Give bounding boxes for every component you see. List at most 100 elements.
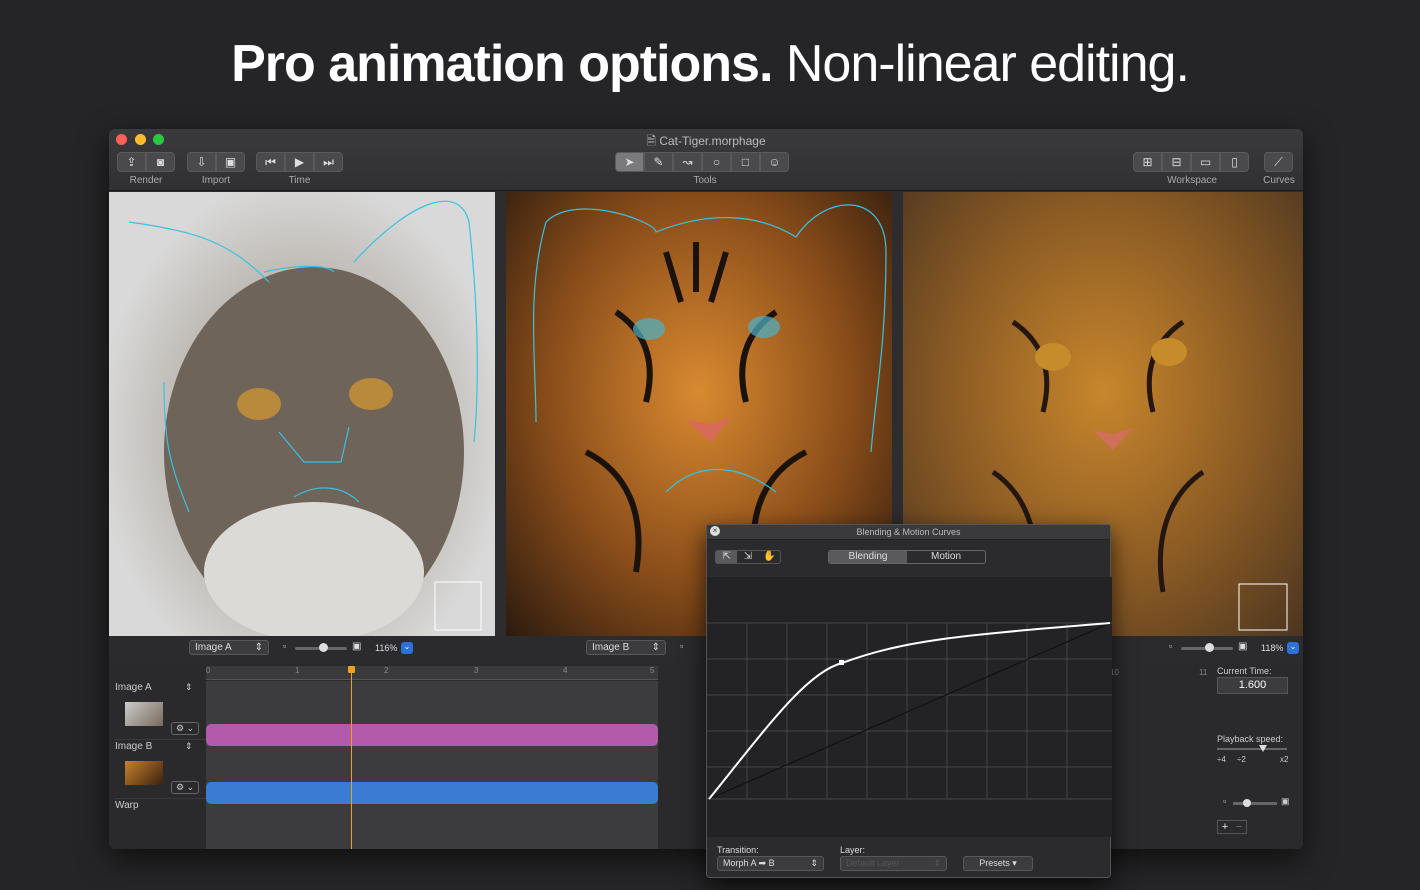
layer-arrows-icon: ⇕ [933,858,941,868]
zoom-slider-c-knob[interactable] [1205,643,1214,652]
thumbnail-size-slider[interactable] [1233,799,1277,807]
tab-motion[interactable]: Motion [907,551,985,563]
share-export-icon[interactable]: ⇪ [117,152,146,172]
track-image-a[interactable]: Image A ⇕ ⚙ ⌄ [115,682,206,740]
arrow-select-icon[interactable]: ➤ [615,152,644,172]
tiger-contour-curves [532,204,887,493]
remove-button[interactable]: − [1232,821,1246,833]
track-warp[interactable]: Warp [115,800,206,840]
image-a-select-text: Image A [195,642,232,653]
bezier-icon[interactable]: ↝ [673,152,702,172]
import-images-icon[interactable]: ▣ [216,152,245,172]
ruler-tick-1: 1 [295,666,300,675]
window-title-text: Cat-Tiger.morphage [659,134,766,148]
pen-curve-icon[interactable]: ✎ [644,152,673,172]
tiger-left-eye [633,318,665,340]
track-settings-gear-icon[interactable]: ⚙ ⌄ [171,722,200,735]
tiger-right-eye [748,316,780,338]
large-image-icon-c: ▣ [1238,641,1248,652]
cat-right-eye [349,378,393,410]
close-icon[interactable]: × [710,526,720,536]
render-group: ⇪ ◙ [117,152,175,172]
curves-tabs: Blending Motion [828,550,986,564]
track-settings-gear-icon-b[interactable]: ⚙ ⌄ [171,781,200,794]
hand-pan-icon[interactable]: ✋ [759,551,780,563]
curves-titlebar: Blending & Motion Curves [707,525,1110,540]
image-b-select[interactable]: Image B ⇕ [586,640,666,655]
track-reorder-icon[interactable]: ⇕ [185,682,193,693]
presets-label: Presets [979,858,1010,868]
camera-icon[interactable]: ◙ [146,152,175,172]
right-panel: Current Time: 1.600 Playback speed: ÷4 ÷… [1207,662,1303,849]
workspace-split-icon[interactable]: ⊟ [1162,152,1191,172]
add-remove-group: + − [1217,820,1247,834]
result-navigator-box[interactable] [1238,583,1288,631]
curve-add-point-icon[interactable]: ⇲ [737,551,758,563]
image-a-pane[interactable] [109,192,495,636]
layer-select[interactable]: Default Layer ⇕ [840,856,947,871]
play-icon[interactable]: ▶ [285,152,314,172]
image-b-thumbnail [125,761,163,785]
workspace-bottom-icon[interactable]: ▭ [1191,152,1220,172]
small-image-icon-b: ▫ [680,641,684,651]
zoom-slider-a[interactable] [295,643,347,652]
curve-control-point[interactable] [839,660,844,665]
curve-graph[interactable] [707,577,1112,837]
skip-back-icon[interactable]: ⏮ [256,152,285,172]
small-image-icon: ▫ [283,641,287,651]
tools-group: ➤ ✎ ↝ ○ □ ☺ [615,152,789,172]
render-label: Render [129,175,163,186]
add-button[interactable]: + [1218,821,1232,833]
import-group: ⇩ ▣ [187,152,245,172]
current-time-field[interactable]: 1.600 [1217,677,1288,694]
transition-arrows-icon: ⇕ [810,858,818,868]
workspace-sidebar-icon[interactable]: ▯ [1220,152,1249,172]
zoom-a-value[interactable]: 116% [375,643,397,653]
cat-left-eye [237,388,281,420]
square-icon[interactable]: □ [731,152,760,172]
image-a-svg [128,200,482,636]
thumbnail-size-knob[interactable] [1243,799,1251,807]
small-thumb-icon: ▫ [1223,796,1227,806]
dropdown-arrow-icon: ▾ [1012,858,1017,868]
workspace-group: ⊞ ⊟ ▭ ▯ [1133,152,1249,172]
presets-button[interactable]: Presets ▾ [963,856,1033,871]
select-arrows-icon-b: ⇕ [651,642,660,653]
import-icon[interactable]: ⇩ [187,152,216,172]
tab-blending[interactable]: Blending [829,551,907,563]
workspace-single-icon[interactable]: ⊞ [1133,152,1162,172]
zoom-slider-c[interactable] [1181,643,1233,652]
tiger-nose [686,417,731,442]
ruler-tick-3: 3 [474,666,479,675]
time-label: Time [288,175,311,186]
face-icon[interactable]: ☺ [760,152,789,172]
navigator-box[interactable] [434,581,482,631]
image-a-select[interactable]: Image A ⇕ [189,640,269,655]
transition-value: Morph A ➡ B [723,858,775,868]
select-arrows-icon: ⇕ [254,642,263,653]
curves-graph-icon[interactable]: ⟋ [1264,152,1293,172]
curves-panel: Blending & Motion Curves × ⇱ ⇲ ✋ Blendin… [706,524,1112,878]
curve-select-icon[interactable]: ⇱ [716,551,738,563]
playhead-handle[interactable] [348,666,355,673]
time-group: ⏮ ▶ ⏭ [256,152,343,172]
circle-icon[interactable]: ○ [702,152,731,172]
tiger-stripes [584,242,808,573]
large-thumb-icon: ▣ [1281,796,1290,806]
playback-speed-slider[interactable] [1217,745,1287,752]
image-a-b-blend-bar[interactable] [206,724,658,746]
warp-bar[interactable] [206,782,658,804]
playback-speed-knob[interactable] [1259,745,1267,752]
zoom-c-value[interactable]: 118% [1261,643,1283,653]
skip-forward-icon[interactable]: ⏭ [314,152,343,172]
zoom-a-dropdown-icon[interactable]: ⌄ [401,642,413,654]
curve-graph-bg [707,577,1112,837]
window-title: 🗎 Cat-Tiger.morphage [109,132,1303,153]
zoom-c-dropdown-icon[interactable]: ⌄ [1287,642,1299,654]
track-image-b[interactable]: Image B ⇕ ⚙ ⌄ [115,741,206,799]
zoom-slider-a-knob[interactable] [319,643,328,652]
playhead[interactable] [351,666,352,849]
transition-select[interactable]: Morph A ➡ B ⇕ [717,856,824,871]
timeline-ruler[interactable]: 0 1 2 3 4 5 [206,666,658,680]
track-reorder-icon-b[interactable]: ⇕ [185,741,193,752]
